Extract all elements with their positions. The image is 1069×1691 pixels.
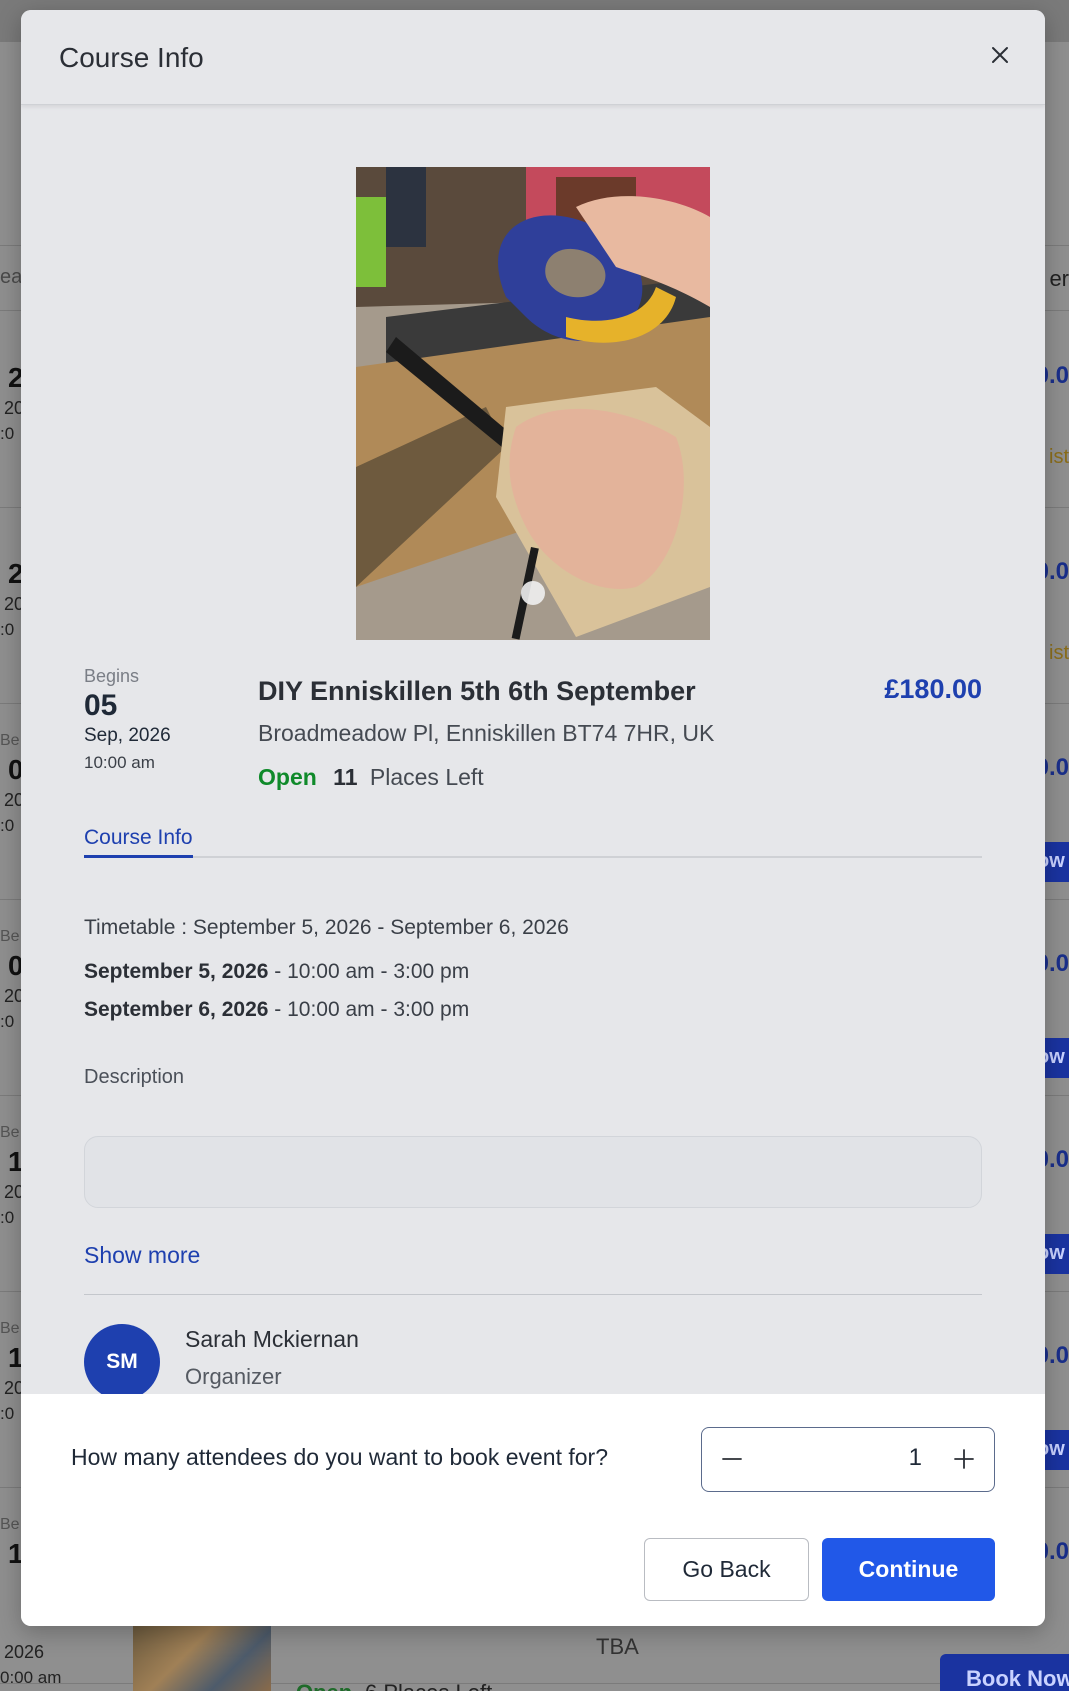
divider xyxy=(84,1294,982,1295)
places-left-label: Places Left xyxy=(369,764,484,790)
event-date: Begins 05 Sep, 2026 10:00 am xyxy=(84,666,234,773)
modal-title: Course Info xyxy=(59,42,204,73)
tab-course-info[interactable]: Course Info xyxy=(84,806,193,858)
session-time: - 10:00 am - 3:00 pm xyxy=(268,960,470,983)
carousel-dot[interactable] xyxy=(521,581,545,605)
session-date: September 6, 2026 xyxy=(84,998,269,1021)
modal-header: Course Info xyxy=(21,10,1045,105)
places-count: 11 xyxy=(333,764,358,790)
background-waitlist-tag: ist xyxy=(1049,446,1069,468)
background-event-thumbnail xyxy=(133,1626,271,1691)
attendee-question: How many attendees do you want to book e… xyxy=(71,1444,608,1470)
modal-body: Begins 05 Sep, 2026 10:00 am DIY Enniski… xyxy=(21,106,1045,1404)
organizer-role: Organizer xyxy=(185,1364,282,1389)
background-location: TBA xyxy=(596,1634,639,1659)
background-header-right: er xyxy=(1049,266,1069,291)
description-box xyxy=(84,1136,982,1208)
background-time: :0 xyxy=(0,1404,15,1423)
modal-footer: How many attendees do you want to book e… xyxy=(21,1394,1045,1626)
status-badge: Open xyxy=(258,764,317,790)
background-places-left: 6 Places Left xyxy=(365,1680,492,1691)
timetable-session: September 6, 2026 - 10:00 am - 3:00 pm xyxy=(84,998,469,1022)
organizer-name: Sarah Mckiernan xyxy=(185,1326,359,1352)
plus-icon xyxy=(954,1449,974,1469)
background-time: :0 xyxy=(0,1012,15,1031)
event-address: Broadmeadow Pl, Enniskillen BT74 7HR, UK xyxy=(258,720,715,746)
background-begins: Be xyxy=(0,732,20,749)
event-title: DIY Enniskillen 5th 6th September xyxy=(258,676,696,706)
begins-day: 05 xyxy=(84,689,118,722)
background-begins: Be xyxy=(0,1320,20,1337)
begins-label: Begins xyxy=(84,666,140,686)
quantity-input[interactable] xyxy=(762,1444,922,1472)
background-status: Open xyxy=(296,1680,352,1691)
background-begins: Be xyxy=(0,928,20,945)
background-begins: Be xyxy=(0,1124,20,1141)
close-icon xyxy=(992,47,1008,63)
background-time: :0 xyxy=(0,620,15,639)
description-label: Description xyxy=(84,1066,185,1088)
background-begins: Be xyxy=(0,1516,20,1533)
quantity-stepper xyxy=(701,1427,995,1492)
tab-bar: Course Info xyxy=(84,806,982,858)
background-header-left: ea xyxy=(0,266,23,288)
background-time: 0:00 am xyxy=(0,1668,62,1687)
continue-button[interactable]: Continue xyxy=(822,1538,995,1601)
background-year: 2026 xyxy=(4,1642,45,1662)
timetable-heading: Timetable : September 5, 2026 - Septembe… xyxy=(84,916,569,939)
background-places-text: Places Left xyxy=(383,1680,492,1691)
background-time: :0 xyxy=(0,424,15,443)
increment-button[interactable] xyxy=(934,1428,994,1490)
begins-month-year: Sep, 2026 xyxy=(84,725,171,746)
show-more-link[interactable]: Show more xyxy=(84,1242,200,1269)
begins-time: 10:00 am xyxy=(84,753,155,772)
event-price: £180.00 xyxy=(884,674,982,704)
minus-icon xyxy=(722,1458,742,1460)
background-book-now-button[interactable]: Book Now xyxy=(940,1654,1069,1691)
course-info-modal: Course Info Begins 05 Sep, 2026 10:00 am… xyxy=(21,10,1045,1626)
close-button[interactable] xyxy=(983,38,1017,72)
go-back-button[interactable]: Go Back xyxy=(644,1538,809,1601)
event-availability: Open 11 Places Left xyxy=(258,764,484,791)
event-image[interactable] xyxy=(356,167,710,640)
timetable-session: September 5, 2026 - 10:00 am - 3:00 pm xyxy=(84,960,469,984)
event-photo xyxy=(356,167,710,640)
background-time: :0 xyxy=(0,816,15,835)
background-waitlist-tag: ist xyxy=(1049,642,1069,664)
avatar: SM xyxy=(84,1324,160,1400)
background-places-count: 6 xyxy=(365,1680,377,1691)
session-date: September 5, 2026 xyxy=(84,960,269,983)
decrement-button[interactable] xyxy=(702,1428,762,1490)
session-time: - 10:00 am - 3:00 pm xyxy=(268,998,470,1021)
background-time: :0 xyxy=(0,1208,15,1227)
